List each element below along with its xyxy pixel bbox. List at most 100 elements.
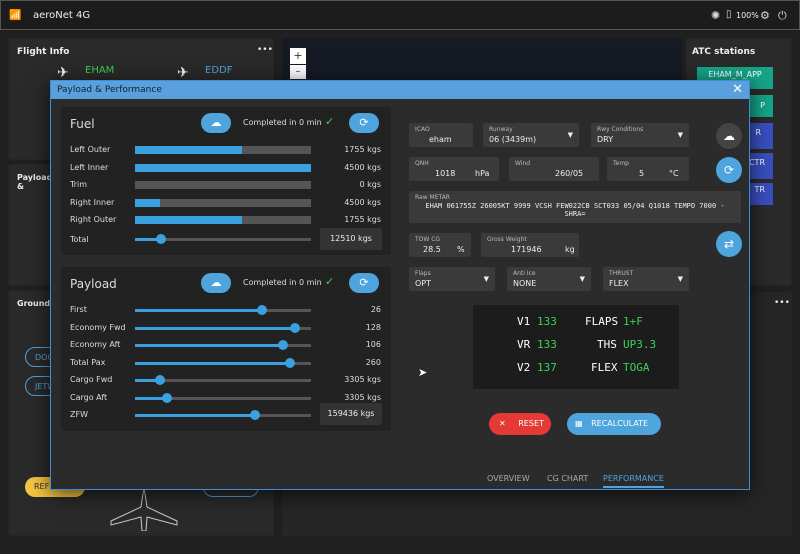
zfw-slider[interactable] [135, 410, 311, 420]
tow-cg-field[interactable]: TOW CG 28.5 % [409, 233, 471, 257]
arrival-plane-icon: ✈ [177, 65, 189, 81]
thrust-value: FLEX [609, 279, 629, 288]
anti-ice-value: NONE [513, 279, 537, 288]
recalculate-button[interactable]: ▦ RECALCULATE [567, 413, 661, 435]
qnh-caption: QNH [415, 160, 429, 167]
recalculate-label: RECALCULATE [591, 419, 649, 428]
thrust-select[interactable]: THRUST FLEX ▼ [603, 267, 689, 291]
fuel-row-label: Trim [70, 180, 88, 189]
rwy-conditions-select[interactable]: Rwy Conditions DRY ▼ [591, 123, 689, 147]
payload-row-value: 106 [365, 340, 381, 349]
reset-button[interactable]: ✕ RESET [489, 413, 551, 435]
bottom-right-menu[interactable]: ••• [774, 298, 790, 308]
close-icon[interactable]: ✕ [732, 82, 743, 97]
payload-slider[interactable] [135, 322, 311, 333]
dialog-title: Payload & Performance [57, 85, 162, 95]
payload-row-value: 26 [370, 305, 381, 314]
payload-row-value: 260 [365, 357, 381, 367]
v2-value: 137 [537, 361, 557, 374]
gross-weight-caption: Gross Weight [487, 236, 527, 243]
rwy-conditions-caption: Rwy Conditions [597, 126, 644, 133]
fuel-tank-bar [135, 163, 311, 172]
slider-knob[interactable] [256, 305, 267, 315]
destination-code: EDDF [205, 65, 233, 76]
temp-unit: °C [669, 169, 679, 178]
flaps-out-value: 1+F [623, 315, 643, 328]
slider-knob[interactable] [156, 234, 167, 244]
flaps-value: OPT [415, 279, 432, 288]
slider-knob[interactable] [290, 322, 301, 333]
fuel-title: Fuel [70, 117, 95, 131]
zoom-in-button[interactable]: + [290, 48, 306, 64]
fuel-row-label: Right Inner [70, 197, 115, 207]
ths-label: THS [597, 338, 617, 351]
flight-info-title: Flight Info [17, 47, 70, 57]
qnh-field[interactable]: QNH 1018 hPa [409, 157, 499, 181]
payload-slider[interactable] [135, 340, 311, 350]
zfw-value: 159436 kgs [320, 403, 382, 425]
ths-value: UP3.3 [623, 338, 657, 351]
anti-ice-select[interactable]: Anti Ice NONE ▼ [507, 267, 591, 291]
runway-select[interactable]: Runway 06 (3439m) ▼ [483, 123, 579, 147]
metar-field[interactable]: Raw METAR EHAM 061755Z 26005KT 9999 VCSH… [409, 191, 741, 223]
temp-field[interactable]: Temp 5 °C [607, 157, 689, 181]
flex-value: TOGA [623, 361, 650, 374]
payload-check-icon: ✓ [325, 275, 335, 288]
slider-knob[interactable] [161, 392, 172, 403]
fuel-load-cloud-icon[interactable]: ☁ [201, 113, 231, 133]
gross-weight-field[interactable]: Gross Weight 171946 kg [481, 233, 579, 257]
flight-info-menu[interactable]: ••• [257, 45, 273, 55]
qnh-unit: hPa [475, 169, 490, 178]
tab-cg-chart[interactable]: CG CHART [547, 474, 588, 483]
payload-load-cloud-icon[interactable]: ☁ [201, 273, 231, 293]
fuel-row-label: Left Inner [70, 162, 109, 172]
download-cloud-icon[interactable]: ☁ [716, 123, 742, 149]
wind-value: 260/05 [555, 169, 584, 178]
tab-overview[interactable]: OVERVIEW [487, 474, 530, 483]
slider-knob[interactable] [277, 340, 288, 350]
payload-slider[interactable] [135, 392, 311, 403]
wifi-icon: 📶 [9, 10, 22, 21]
brightness-icon[interactable]: ✺ [711, 9, 720, 22]
fuel-check-icon: ✓ [325, 115, 335, 128]
fuel-total-slider[interactable] [135, 234, 311, 244]
power-icon[interactable]: ⏻ [778, 9, 787, 23]
fuel-tank-bar [135, 181, 311, 189]
payload-slider[interactable] [135, 305, 311, 315]
fuel-tank-bar [135, 146, 311, 154]
zoom-out-button[interactable]: – [290, 65, 306, 79]
tow-cg-value: 28.5 [423, 245, 441, 254]
chevron-down-icon: ▼ [567, 131, 573, 139]
payload-performance-dialog: Payload & Performance ✕ Fuel ☁ Completed… [50, 80, 750, 490]
tab-performance[interactable]: PERFORMANCE [603, 474, 664, 488]
zfw-label: ZFW [70, 410, 88, 419]
slider-knob[interactable] [284, 357, 295, 368]
fuel-reset-icon[interactable]: ⟳ [349, 113, 379, 133]
flaps-select[interactable]: Flaps OPT ▼ [409, 267, 495, 291]
icao-caption: ICAO [415, 126, 430, 133]
payload-reset-icon[interactable]: ⟳ [349, 273, 379, 293]
payload-slider[interactable] [135, 375, 311, 385]
wind-field[interactable]: Wind 260/05 [509, 157, 599, 181]
fuel-row-label: Left Outer [70, 145, 111, 154]
payload-row-value: 128 [365, 322, 381, 332]
vr-value: 133 [537, 338, 557, 351]
slider-knob[interactable] [249, 410, 260, 420]
swap-icon[interactable]: ⇄ [716, 231, 742, 257]
flex-label: FLEX [591, 361, 618, 374]
payload-row-value: 3305 kgs [344, 375, 381, 384]
fuel-row-value: 4500 kgs [344, 197, 381, 207]
fuel-row-label: Right Outer [70, 215, 117, 224]
slider-knob[interactable] [154, 375, 165, 385]
payload-slider[interactable] [135, 357, 311, 368]
icao-field[interactable]: ICAO eham [409, 123, 473, 147]
payload-row-value: 3305 kgs [344, 392, 381, 402]
settings-icon[interactable]: ⚙ [760, 9, 770, 22]
payload-side-title: Payload & [17, 173, 53, 191]
payload-row-label: Cargo Fwd [70, 375, 113, 384]
rwy-conditions-value: DRY [597, 135, 614, 144]
gross-weight-unit: kg [565, 245, 575, 254]
vr-label: VR [517, 338, 531, 351]
battery-level: 100% [736, 11, 759, 20]
refresh-icon[interactable]: ⟳ [716, 157, 742, 183]
